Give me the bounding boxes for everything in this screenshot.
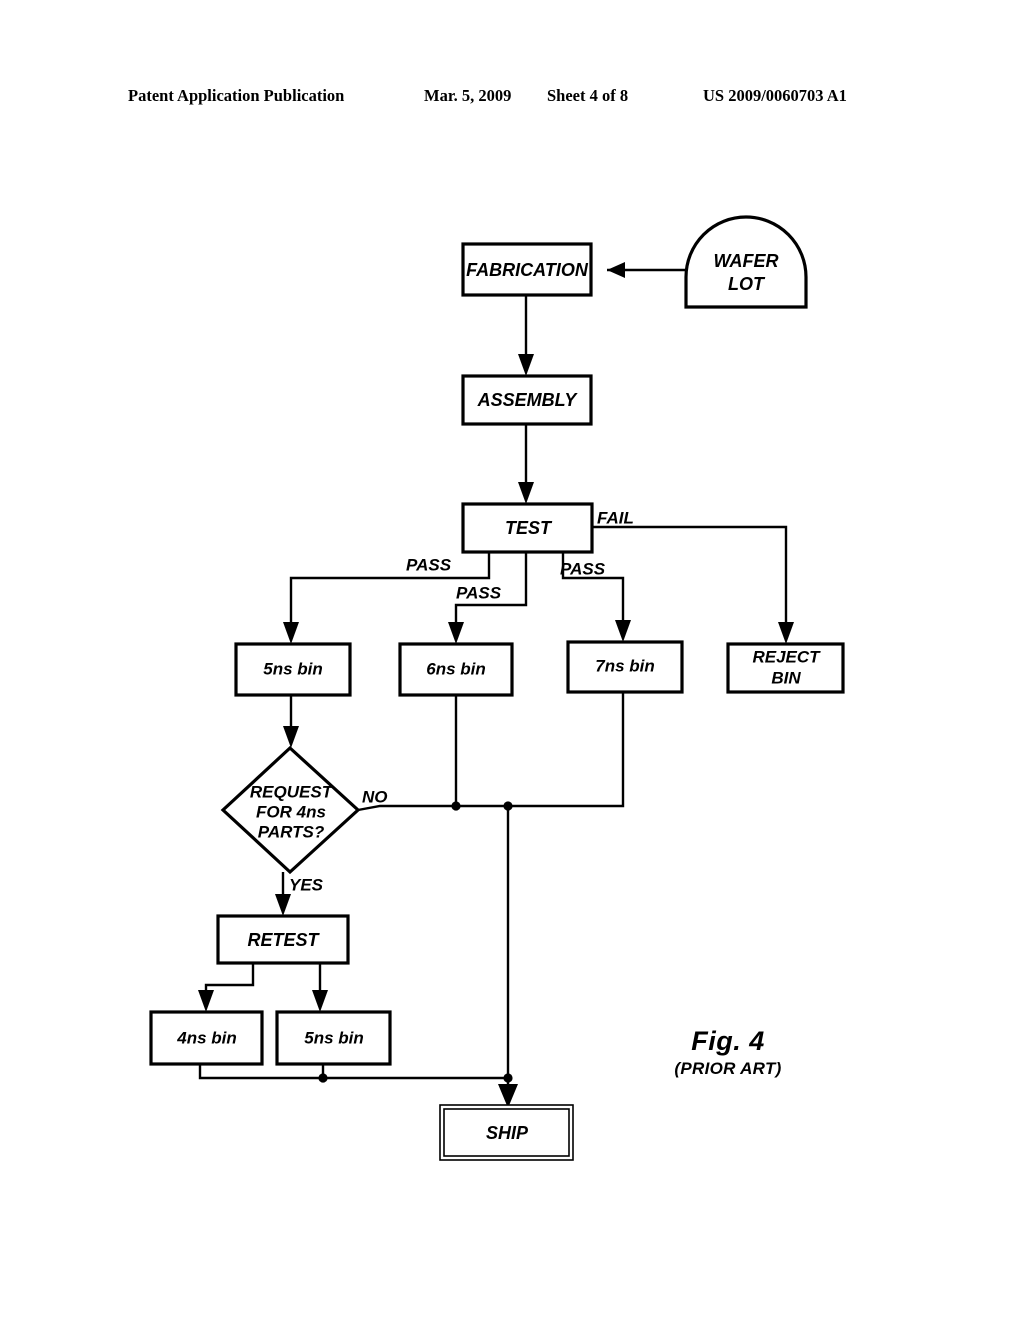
node-request-line2: FOR 4ns [256,802,326,821]
node-request-decision[interactable]: REQUEST FOR 4ns PARTS? [220,745,361,875]
edge-bin4-to-merge [198,1064,508,1080]
node-reject-bin[interactable]: REJECT BIN [726,642,845,694]
edge-fabrication-to-assembly [518,295,534,376]
node-test[interactable]: TEST [461,502,594,554]
node-bin-4ns-label: 4ns bin [176,1028,237,1047]
edge-label-no: NO [362,787,388,806]
node-fabrication-label: FABRICATION [466,260,589,280]
edge-assembly-to-test [518,423,534,504]
edge-label-pass-left: PASS [406,555,452,574]
node-assembly[interactable]: ASSEMBLY [461,374,593,426]
node-bin-4ns[interactable]: 4ns bin [149,1010,264,1066]
node-bin-5ns-retest-label: 5ns bin [304,1028,364,1047]
node-bin-6ns[interactable]: 6ns bin [398,642,514,697]
node-bin-7ns[interactable]: 7ns bin [566,640,684,694]
node-bin-6ns-label: 6ns bin [426,659,486,678]
edge-waferlot-to-fabrication [607,262,686,278]
node-bin-5ns-retest[interactable]: 5ns bin [275,1010,392,1066]
junction-dot-bin7 [503,801,513,811]
node-reject-bin-line1: REJECT [752,647,821,666]
patent-page: Patent Application Publication Mar. 5, 2… [0,0,1024,1320]
figure-prior-art-note: (PRIOR ART) [674,1059,782,1078]
node-bin-5ns-label: 5ns bin [263,659,323,678]
edge-label-pass-mid: PASS [456,583,502,602]
edge-bin5-to-request [283,695,299,748]
edge-label-fail: FAIL [597,508,634,527]
junction-dot-bin5b [318,1073,328,1083]
edge-retest-to-bin5b [312,963,328,1012]
node-request-line1: REQUEST [250,782,334,801]
edge-bin7-to-merge [506,692,625,1078]
node-wafer-lot-line2: LOT [728,274,766,294]
figure-caption: Fig. 4 (PRIOR ART) [618,1026,838,1079]
flowchart: right along y=806 to the vertical trunk … [149,215,845,1161]
node-bin-7ns-label: 7ns bin [595,656,655,675]
edge-merge-to-ship [498,1078,518,1108]
figure-number: Fig. 4 [691,1026,765,1056]
edge-label-pass-right: PASS [560,559,606,578]
node-test-label: TEST [505,518,553,538]
junction-dot-bin6 [451,801,461,811]
edge-retest-to-bin4 [198,963,255,1012]
node-bin-5ns[interactable]: 5ns bin [234,642,352,697]
edge-request-no [357,804,508,812]
node-wafer-lot-line1: WAFER [714,251,779,271]
node-request-line3: PARTS? [258,822,325,841]
node-retest[interactable]: RETEST [216,914,350,965]
node-ship[interactable]: SHIP [439,1104,574,1161]
node-ship-label: SHIP [486,1123,529,1143]
node-retest-label: RETEST [247,930,320,950]
node-reject-bin-line2: BIN [771,668,801,687]
edge-label-yes: YES [289,875,324,894]
node-assembly-label: ASSEMBLY [477,390,579,410]
node-fabrication[interactable]: FABRICATION [461,242,593,297]
node-wafer-lot[interactable]: WAFER LOT [684,215,808,309]
